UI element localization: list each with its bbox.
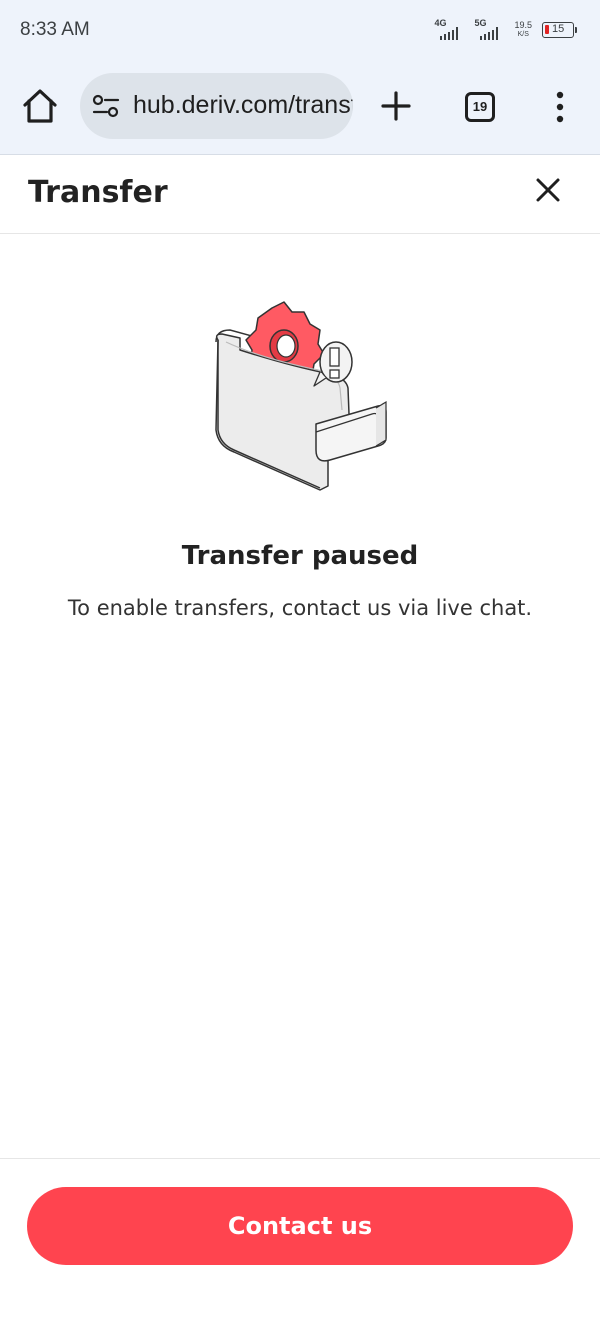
- transfer-paused-title: Transfer paused: [181, 541, 419, 571]
- network-speed: 19.5 K/S: [514, 20, 532, 40]
- site-settings-icon[interactable]: [92, 94, 120, 118]
- speed-value: 19.5: [514, 20, 532, 30]
- close-icon[interactable]: [532, 174, 564, 206]
- signal-5g-icon: 5G: [474, 18, 504, 42]
- plus-icon[interactable]: [380, 90, 412, 122]
- battery-icon: 15: [542, 22, 577, 38]
- url-text[interactable]: hub.deriv.com/transfer: [133, 91, 353, 120]
- browser-toolbar: hub.deriv.com/transfer 19: [0, 62, 600, 155]
- url-bar[interactable]: hub.deriv.com/transfer: [80, 73, 353, 139]
- transfer-paused-description: To enable transfers, contact us via live…: [67, 596, 533, 620]
- status-time: 8:33 AM: [20, 19, 90, 40]
- page-title: Transfer: [28, 175, 168, 210]
- battery-level: 15: [552, 23, 565, 35]
- page-header: Transfer: [0, 155, 600, 234]
- signal-4g-icon: 4G: [434, 18, 464, 42]
- tabs-icon[interactable]: 19: [465, 92, 495, 122]
- speed-unit: K/S: [517, 31, 529, 38]
- more-vert-icon[interactable]: [546, 90, 574, 124]
- wallet-gear-warning-illustration: [215, 301, 387, 491]
- battery-fill: [545, 25, 549, 34]
- status-bar: 8:33 AM 4G 5G 19.5 K/S 15: [0, 0, 600, 62]
- home-icon[interactable]: [20, 86, 60, 126]
- status-icons: 4G 5G 19.5 K/S 15: [434, 18, 577, 42]
- contact-us-button[interactable]: Contact us: [27, 1187, 573, 1265]
